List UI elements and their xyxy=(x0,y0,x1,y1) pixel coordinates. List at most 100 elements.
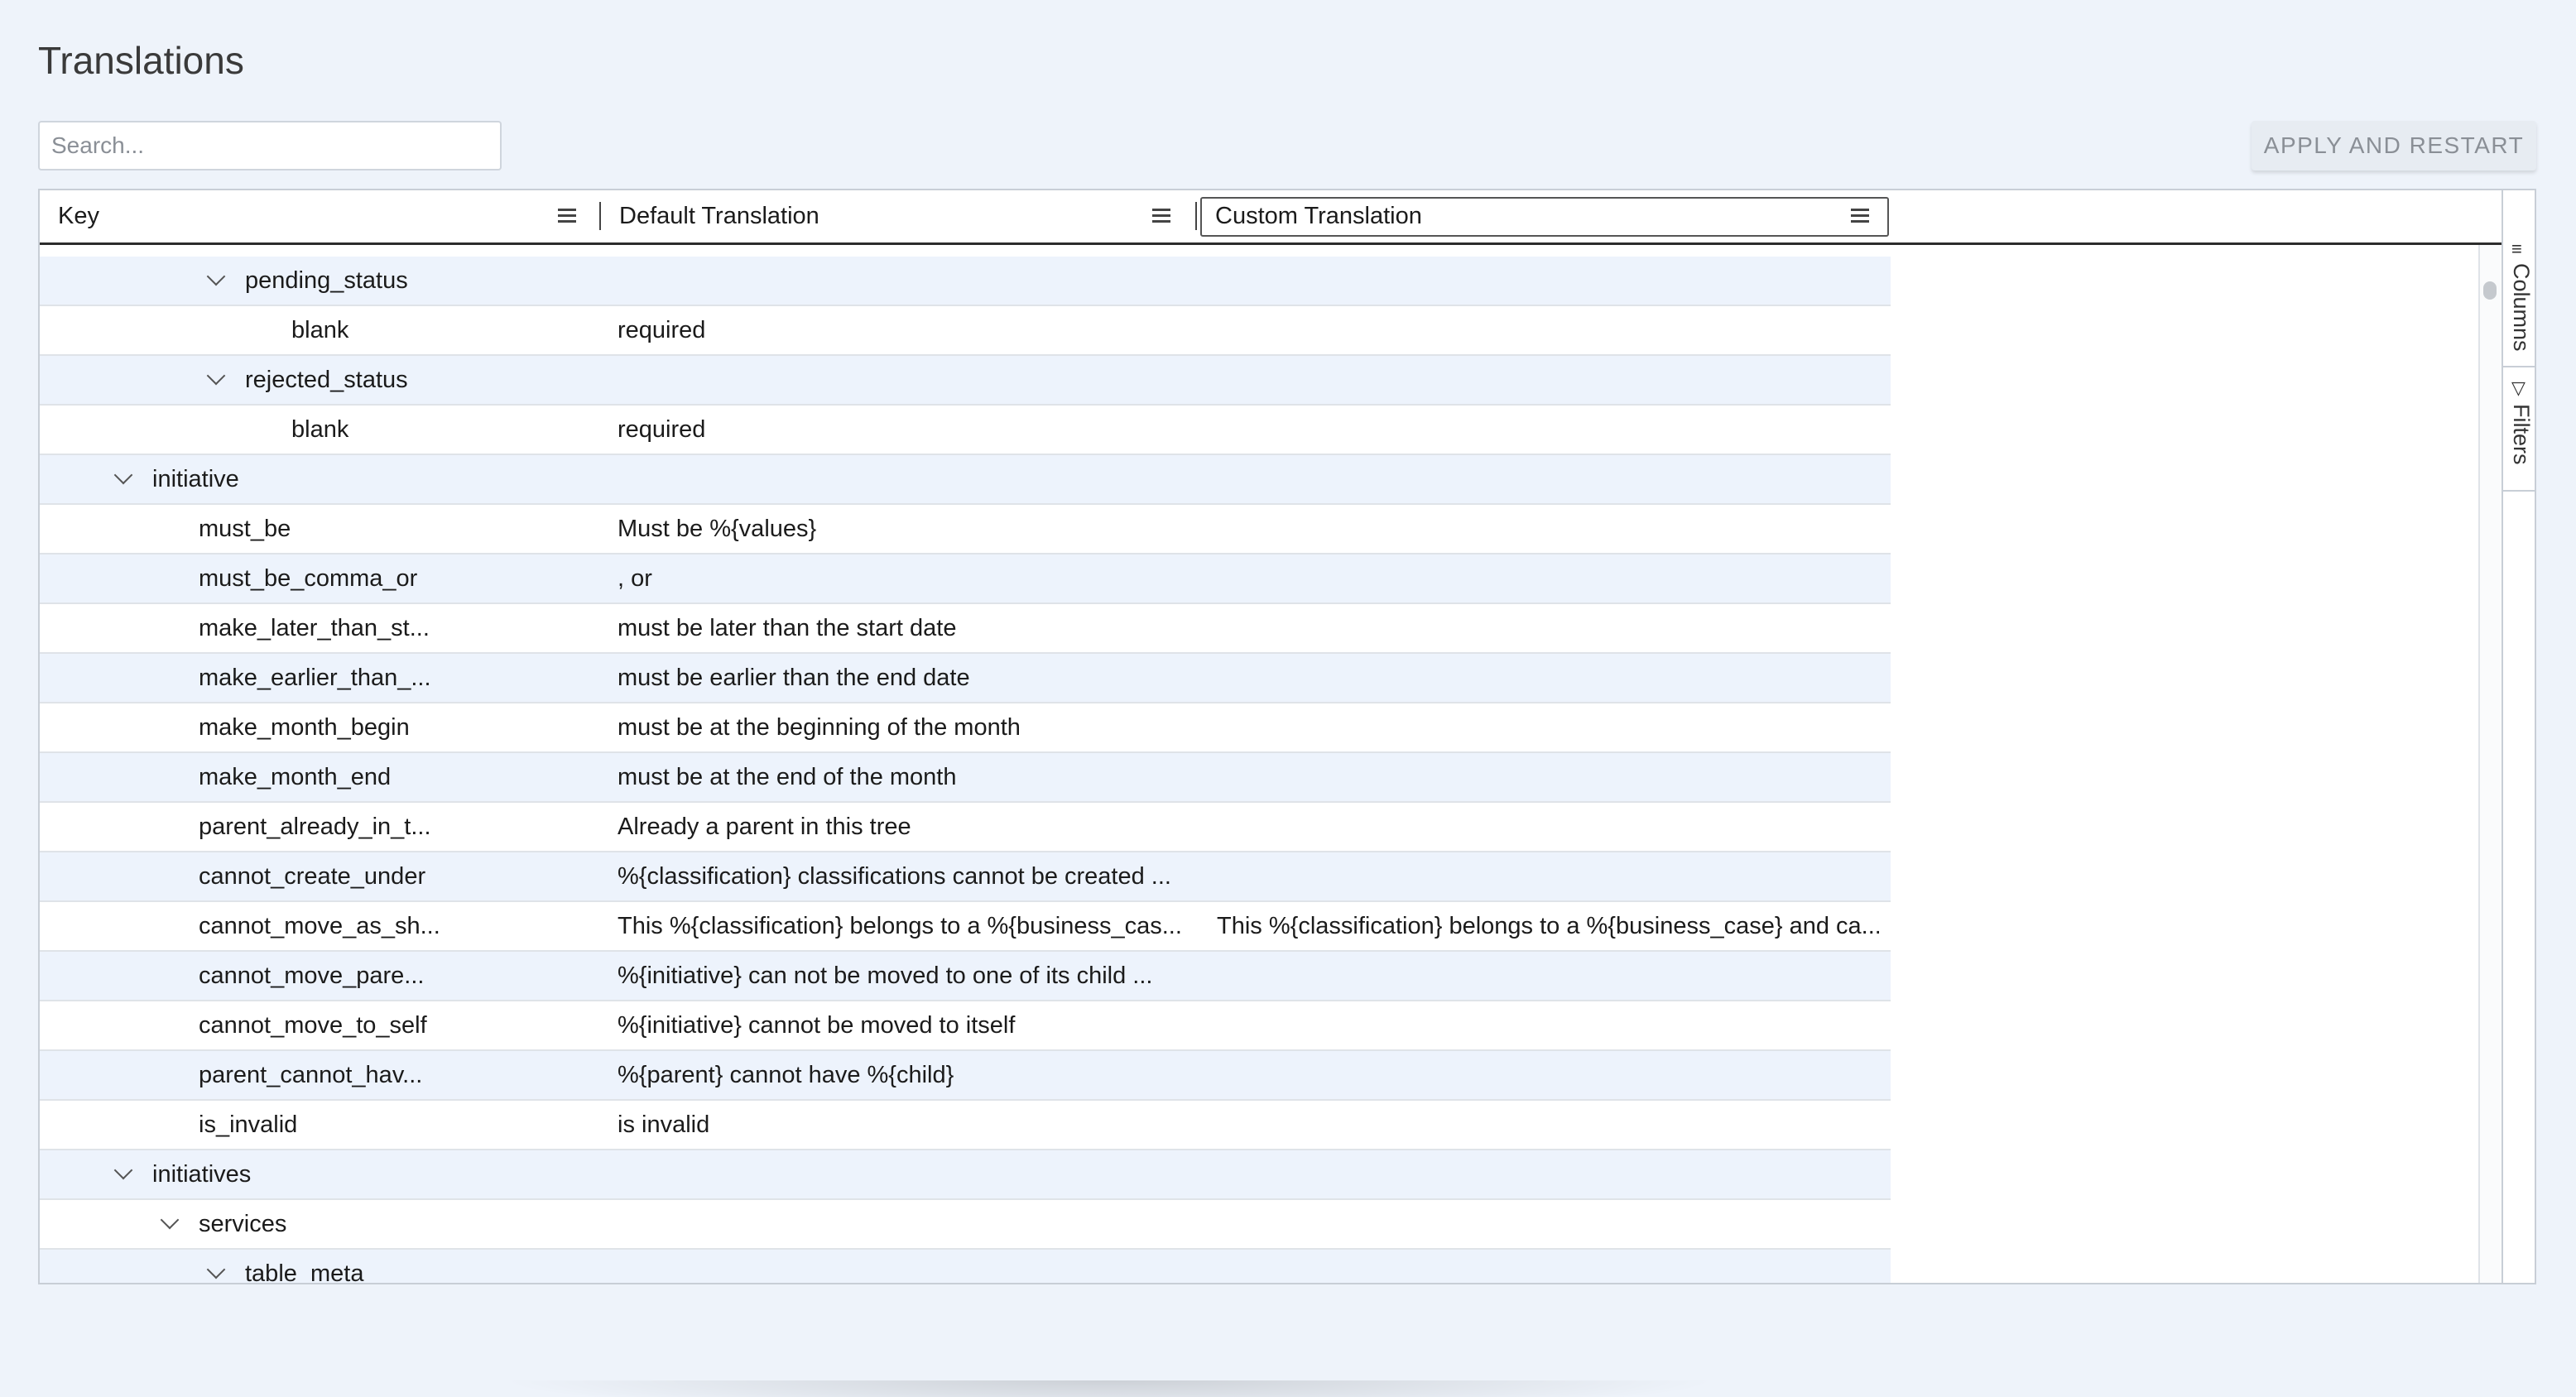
default-translation-cell[interactable]: required xyxy=(618,306,1222,354)
column-header-key[interactable]: Key xyxy=(40,190,594,242)
chevron-down-icon[interactable] xyxy=(204,356,228,404)
column-header-default-translation[interactable]: Default Translation xyxy=(601,190,1197,242)
key-cell[interactable]: cannot_move_to_self xyxy=(40,1001,586,1049)
default-translation-cell[interactable] xyxy=(618,455,1222,503)
custom-translation-cell[interactable] xyxy=(1217,1001,1879,1049)
key-cell[interactable]: is_invalid xyxy=(40,1101,586,1149)
default-translation-cell[interactable]: must be at the end of the month xyxy=(618,753,1222,801)
side-tab-filters[interactable]: ▽ Filters xyxy=(2503,369,2535,492)
default-translation-cell[interactable]: Already a parent in this tree xyxy=(618,803,1222,851)
default-translation-cell[interactable]: %{initiative} cannot be moved to itself xyxy=(618,1001,1222,1049)
table-row[interactable]: parent_cannot_hav... %{parent} cannot hav… xyxy=(40,1051,1891,1101)
chevron-down-icon[interactable] xyxy=(157,1200,182,1248)
custom-translation-cell[interactable] xyxy=(1217,803,1879,851)
custom-translation-cell[interactable] xyxy=(1217,753,1879,801)
custom-translation-cell[interactable] xyxy=(1217,306,1879,354)
column-menu-icon[interactable] xyxy=(1851,209,1869,223)
tree-group-row[interactable]: initiatives xyxy=(40,1150,1891,1200)
default-translation-cell[interactable]: must be later than the start date xyxy=(618,604,1222,652)
vertical-scrollbar[interactable] xyxy=(2478,245,2503,1283)
custom-translation-cell[interactable] xyxy=(1217,356,1879,404)
apply-and-restart-button[interactable]: APPLY AND RESTART xyxy=(2252,121,2536,170)
custom-translation-cell[interactable] xyxy=(1217,505,1879,553)
table-row[interactable]: parent_already_in_t... Already a parent i… xyxy=(40,803,1891,852)
column-header-custom-translation[interactable]: Custom Translation xyxy=(1200,190,1889,242)
chevron-down-icon[interactable] xyxy=(204,1250,228,1283)
key-cell[interactable]: services xyxy=(40,1200,586,1248)
side-tab-columns[interactable]: ≡ Columns xyxy=(2503,233,2535,367)
table-row[interactable]: cannot_move_as_sh... This %{classificatio… xyxy=(40,902,1891,952)
tree-group-row[interactable]: rejected_status xyxy=(40,356,1891,406)
column-menu-icon[interactable] xyxy=(558,209,576,223)
custom-translation-cell[interactable] xyxy=(1217,455,1879,503)
table-row[interactable]: must_be Must be %{values} xyxy=(40,505,1891,554)
default-translation-cell[interactable] xyxy=(618,1150,1222,1198)
default-translation-cell[interactable] xyxy=(618,356,1222,404)
default-translation-cell[interactable]: must be earlier than the end date xyxy=(618,654,1222,702)
key-cell[interactable]: blank xyxy=(40,406,586,454)
table-row[interactable]: cannot_create_under %{classification} cla… xyxy=(40,852,1891,902)
default-translation-cell[interactable] xyxy=(618,1200,1222,1248)
custom-translation-cell[interactable] xyxy=(1217,852,1879,900)
default-translation-cell[interactable]: %{parent} cannot have %{child} xyxy=(618,1051,1222,1099)
key-cell[interactable]: must_be xyxy=(40,505,586,553)
table-row[interactable]: is_invalid is invalid xyxy=(40,1101,1891,1150)
chevron-down-icon[interactable] xyxy=(111,1150,136,1198)
tree-group-row[interactable]: initiative xyxy=(40,455,1891,505)
custom-translation-cell[interactable]: This %{classification} belongs to a %{bu… xyxy=(1217,902,1879,950)
custom-translation-cell[interactable] xyxy=(1217,952,1879,1000)
chevron-down-icon[interactable] xyxy=(111,455,136,503)
custom-translation-cell[interactable] xyxy=(1217,604,1879,652)
custom-translation-cell[interactable] xyxy=(1217,1101,1879,1149)
key-cell[interactable]: initiatives xyxy=(40,1150,586,1198)
default-translation-cell[interactable]: , or xyxy=(618,554,1222,602)
chevron-down-icon[interactable] xyxy=(204,257,228,305)
column-menu-icon[interactable] xyxy=(1152,209,1170,223)
key-cell[interactable]: blank xyxy=(40,306,586,354)
key-cell[interactable]: cannot_move_pare... xyxy=(40,952,586,1000)
search-input[interactable] xyxy=(38,121,502,170)
table-row[interactable]: must_be_comma_or , or xyxy=(40,554,1891,604)
custom-translation-cell[interactable] xyxy=(1217,703,1879,751)
key-cell[interactable]: initiative xyxy=(40,455,586,503)
key-cell[interactable]: table_meta xyxy=(40,1250,586,1283)
default-translation-cell[interactable]: Must be %{values} xyxy=(618,505,1222,553)
key-cell[interactable]: make_month_begin xyxy=(40,703,586,751)
table-row[interactable]: make_month_end must be at the end of the … xyxy=(40,753,1891,803)
default-translation-cell[interactable] xyxy=(618,257,1222,305)
table-row[interactable]: blank required xyxy=(40,406,1891,455)
default-translation-cell[interactable]: %{classification} classifications cannot… xyxy=(618,852,1222,900)
key-cell[interactable]: must_be_comma_or xyxy=(40,554,586,602)
column-resize-handle[interactable] xyxy=(1195,202,1197,230)
custom-translation-cell[interactable] xyxy=(1217,1250,1879,1283)
tree-group-row[interactable]: table_meta xyxy=(40,1250,1891,1283)
default-translation-cell[interactable]: %{initiative} can not be moved to one of… xyxy=(618,952,1222,1000)
key-cell[interactable]: parent_already_in_t... xyxy=(40,803,586,851)
default-translation-cell[interactable]: must be at the beginning of the month xyxy=(618,703,1222,751)
custom-translation-cell[interactable] xyxy=(1217,257,1879,305)
tree-group-row[interactable]: pending_status xyxy=(40,257,1891,306)
default-translation-cell[interactable] xyxy=(618,1250,1222,1283)
tree-group-row[interactable]: services xyxy=(40,1200,1891,1250)
table-row[interactable]: make_earlier_than_... must be earlier tha… xyxy=(40,654,1891,703)
key-cell[interactable]: rejected_status xyxy=(40,356,586,404)
table-row[interactable]: cannot_move_to_self %{initiative} cannot … xyxy=(40,1001,1891,1051)
custom-translation-cell[interactable] xyxy=(1217,406,1879,454)
key-cell[interactable]: cannot_move_as_sh... xyxy=(40,902,586,950)
default-translation-cell[interactable]: required xyxy=(618,406,1222,454)
custom-translation-cell[interactable] xyxy=(1217,654,1879,702)
key-cell[interactable]: make_later_than_st... xyxy=(40,604,586,652)
table-row[interactable]: make_later_than_st... must be later than … xyxy=(40,604,1891,654)
default-translation-cell[interactable]: is invalid xyxy=(618,1101,1222,1149)
table-row[interactable]: blank required xyxy=(40,306,1891,356)
scrollbar-thumb[interactable] xyxy=(2483,281,2497,300)
key-cell[interactable]: make_earlier_than_... xyxy=(40,654,586,702)
key-cell[interactable]: pending_status xyxy=(40,257,586,305)
key-cell[interactable]: make_month_end xyxy=(40,753,586,801)
custom-translation-cell[interactable] xyxy=(1217,1200,1879,1248)
custom-translation-cell[interactable] xyxy=(1217,1051,1879,1099)
table-row[interactable]: make_month_begin must be at the beginning… xyxy=(40,703,1891,753)
key-cell[interactable]: parent_cannot_hav... xyxy=(40,1051,586,1099)
default-translation-cell[interactable]: This %{classification} belongs to a %{bu… xyxy=(618,902,1222,950)
table-row[interactable]: cannot_move_pare... %{initiative} can not… xyxy=(40,952,1891,1001)
